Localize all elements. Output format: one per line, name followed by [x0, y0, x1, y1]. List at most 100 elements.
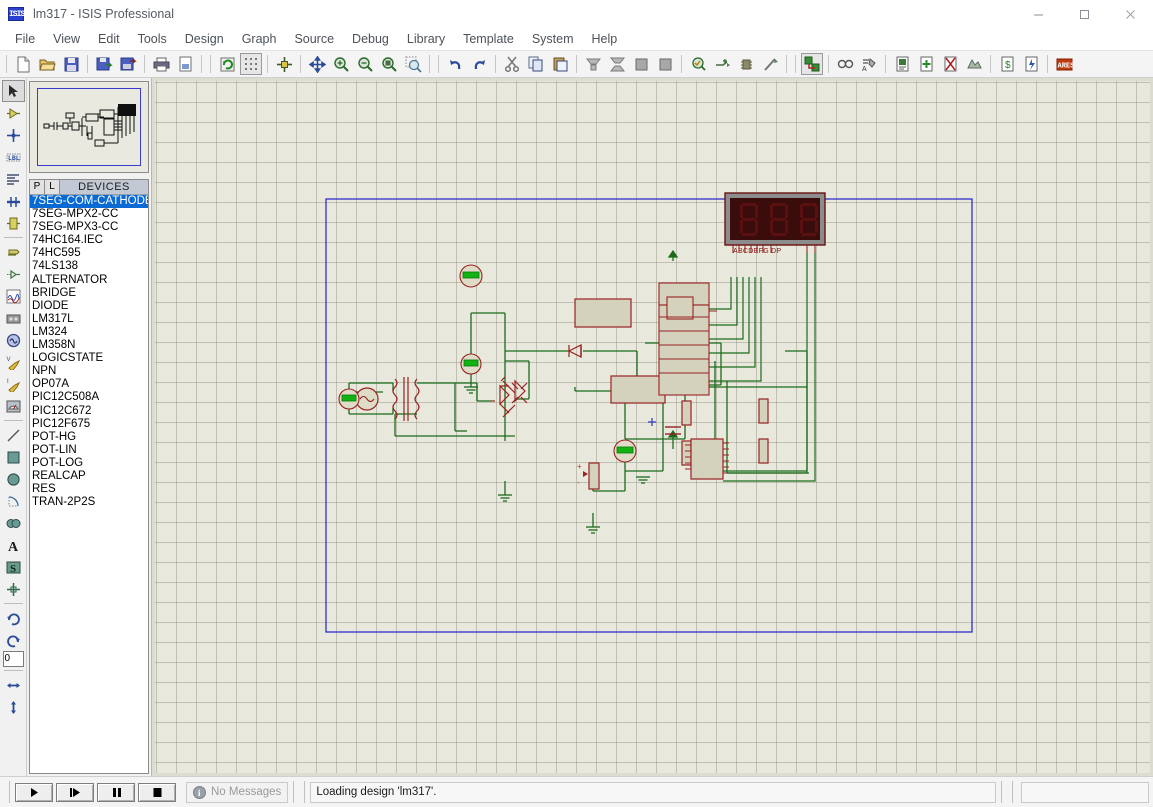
box-tool-icon[interactable] — [2, 446, 25, 468]
netlist-to-ares-icon[interactable]: ARES — [1053, 53, 1075, 75]
current-probe-mode-icon[interactable]: I — [2, 373, 25, 395]
list-item[interactable]: TRAN-2P2S — [30, 496, 148, 509]
import-section-icon[interactable] — [93, 53, 115, 75]
mirror-horizontal-icon[interactable] — [2, 674, 25, 696]
seven-segment-display[interactable]: ABCDEFG DP — [724, 192, 826, 255]
text-script-mode-icon[interactable] — [2, 168, 25, 190]
list-item[interactable]: RES — [30, 483, 148, 496]
list-item[interactable]: PIC12C508A — [30, 391, 148, 404]
minimize-button[interactable] — [1015, 0, 1061, 28]
rotate-anticlockwise-icon[interactable] — [2, 629, 25, 651]
close-button[interactable] — [1107, 0, 1153, 28]
menu-library[interactable]: Library — [398, 29, 454, 49]
print-area-icon[interactable] — [174, 53, 196, 75]
voltage-probe-mode-icon[interactable]: V — [2, 351, 25, 373]
circle-tool-icon[interactable] — [2, 468, 25, 490]
voltage-probe-3[interactable] — [459, 264, 483, 288]
block-copy-icon[interactable] — [582, 53, 604, 75]
menu-source[interactable]: Source — [285, 29, 343, 49]
device-pin-mode-icon[interactable] — [2, 263, 25, 285]
path-tool-icon[interactable] — [2, 512, 25, 534]
zoom-in-icon[interactable] — [330, 53, 352, 75]
exit-sheet-icon[interactable] — [963, 53, 985, 75]
list-item[interactable]: ALTERNATOR — [30, 274, 148, 287]
save-icon[interactable] — [60, 53, 82, 75]
messages-pane[interactable]: i No Messages — [186, 781, 289, 803]
menu-template[interactable]: Template — [454, 29, 523, 49]
block-delete-icon[interactable] — [654, 53, 676, 75]
list-item[interactable]: LOGICSTATE — [30, 352, 148, 365]
rectifier-diode[interactable] — [567, 344, 582, 358]
schematic-canvas-container[interactable]: + - DP — [152, 78, 1153, 776]
microcontroller-pic[interactable] — [658, 282, 717, 396]
packaging-tool-icon[interactable] — [735, 53, 757, 75]
menu-edit[interactable]: Edit — [89, 29, 129, 49]
comparator-block[interactable] — [574, 298, 632, 328]
menu-debug[interactable]: Debug — [343, 29, 398, 49]
list-item[interactable]: LM317L — [30, 313, 148, 326]
menu-help[interactable]: Help — [583, 29, 627, 49]
overview-preview[interactable] — [29, 81, 149, 173]
print-icon[interactable] — [150, 53, 172, 75]
resistor-r3[interactable] — [758, 398, 769, 424]
make-device-icon[interactable] — [711, 53, 733, 75]
menu-tools[interactable]: Tools — [129, 29, 176, 49]
component-mode-icon[interactable] — [2, 102, 25, 124]
toggle-grid-icon[interactable] — [240, 53, 262, 75]
cut-icon[interactable] — [501, 53, 523, 75]
list-item[interactable]: REALCAP — [30, 470, 148, 483]
paste-icon[interactable] — [549, 53, 571, 75]
rotation-angle-input[interactable]: 0 — [2, 651, 24, 667]
menu-design[interactable]: Design — [176, 29, 233, 49]
design-explorer-icon[interactable] — [891, 53, 913, 75]
list-item[interactable]: 74HC595 — [30, 247, 148, 260]
rotate-clockwise-icon[interactable] — [2, 607, 25, 629]
zoom-area-icon[interactable] — [402, 53, 424, 75]
redo-icon[interactable] — [468, 53, 490, 75]
animate-pause-button[interactable] — [97, 782, 135, 802]
animate-step-button[interactable] — [56, 782, 94, 802]
wire-label-mode-icon[interactable]: LBL — [2, 146, 25, 168]
menu-file[interactable]: File — [6, 29, 44, 49]
terminals-mode-icon[interactable] — [2, 241, 25, 263]
bus-mode-icon[interactable] — [2, 190, 25, 212]
origin-icon[interactable] — [273, 53, 295, 75]
electrical-rule-check-icon[interactable] — [1020, 53, 1042, 75]
menu-system[interactable]: System — [523, 29, 583, 49]
menu-view[interactable]: View — [44, 29, 89, 49]
virtual-instrument-mode-icon[interactable] — [2, 395, 25, 417]
text-tool-icon[interactable]: A — [2, 534, 25, 556]
zoom-sheet-icon[interactable] — [378, 53, 400, 75]
list-item[interactable]: LM324 — [30, 326, 148, 339]
pick-device-icon[interactable] — [687, 53, 709, 75]
list-item[interactable]: 7SEG-COM-CATHODE — [30, 195, 148, 209]
voltage-probe-2[interactable] — [460, 353, 482, 375]
subcircuit-mode-icon[interactable] — [2, 212, 25, 234]
resistor-r1[interactable] — [681, 400, 692, 426]
list-item[interactable]: LM358N — [30, 339, 148, 352]
undo-icon[interactable] — [444, 53, 466, 75]
list-item[interactable]: PIC12F675 — [30, 418, 148, 431]
new-file-icon[interactable] — [12, 53, 34, 75]
block-rotate-icon[interactable] — [630, 53, 652, 75]
list-item[interactable]: OP07A — [30, 378, 148, 391]
lm317-regulator[interactable] — [610, 375, 666, 404]
shift-register-ic[interactable] — [685, 438, 729, 480]
potentiometer[interactable]: + - — [577, 462, 600, 490]
arc-tool-icon[interactable] — [2, 490, 25, 512]
list-item[interactable]: POT-HG — [30, 431, 148, 444]
devices-list[interactable]: 7SEG-COM-CATHODE 7SEG-MPX2-CC 7SEG-MPX3-… — [30, 195, 148, 773]
devices-tab-l[interactable]: L — [45, 180, 60, 194]
bill-of-materials-icon[interactable]: $ — [996, 53, 1018, 75]
block-move-icon[interactable] — [606, 53, 628, 75]
search-tag-icon[interactable] — [834, 53, 856, 75]
list-item[interactable]: BRIDGE — [30, 287, 148, 300]
mirror-vertical-icon[interactable] — [2, 696, 25, 718]
resistor-r4[interactable] — [758, 438, 769, 464]
list-item[interactable]: 7SEG-MPX3-CC — [30, 221, 148, 234]
list-item[interactable]: POT-LOG — [30, 457, 148, 470]
new-sheet-icon[interactable] — [915, 53, 937, 75]
bridge-rectifier[interactable] — [491, 376, 529, 418]
export-section-icon[interactable] — [117, 53, 139, 75]
list-item[interactable]: 74LS138 — [30, 260, 148, 273]
